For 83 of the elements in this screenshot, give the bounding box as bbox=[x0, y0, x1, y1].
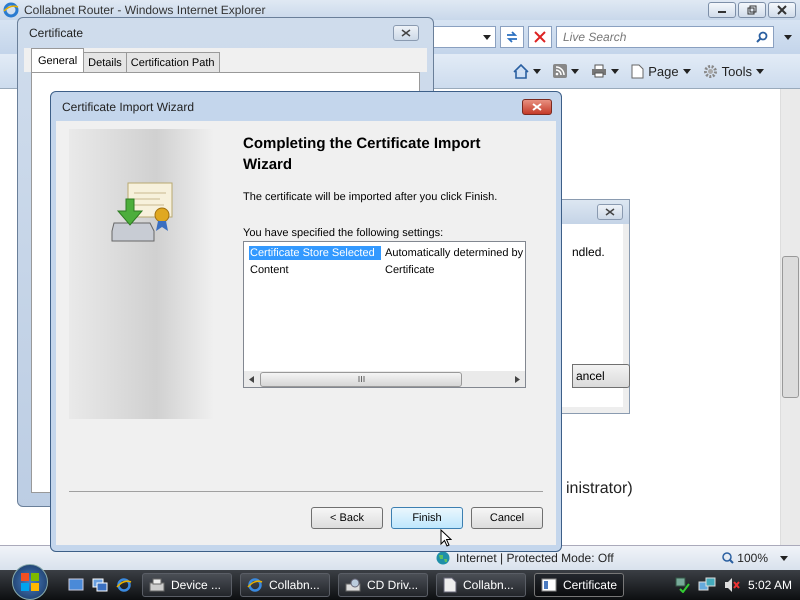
grip-icon bbox=[358, 376, 364, 382]
browser-icon bbox=[247, 577, 263, 593]
setting-name[interactable]: Content bbox=[249, 262, 381, 276]
tab[interactable]: Certification Path bbox=[126, 52, 220, 72]
close-icon bbox=[401, 29, 411, 37]
restore-icon bbox=[747, 5, 757, 15]
feed-icon bbox=[553, 64, 568, 78]
scroll-left-icon[interactable] bbox=[249, 376, 254, 382]
device-manager-icon bbox=[149, 578, 165, 592]
close-button[interactable] bbox=[597, 204, 623, 220]
dropdown-arrow-icon[interactable] bbox=[784, 34, 792, 40]
feeds-button[interactable] bbox=[551, 62, 582, 80]
print-button[interactable] bbox=[589, 62, 622, 80]
dropdown-arrow-icon bbox=[571, 68, 580, 74]
network-icon[interactable] bbox=[674, 577, 690, 593]
stop-icon bbox=[534, 31, 546, 43]
scroll-right-icon[interactable] bbox=[515, 376, 520, 382]
close-icon bbox=[777, 5, 787, 15]
show-desktop-icon[interactable] bbox=[68, 578, 84, 592]
dropdown-arrow-icon bbox=[682, 68, 691, 74]
printer-icon bbox=[591, 64, 608, 78]
zoom-button[interactable]: 100% bbox=[716, 550, 774, 566]
taskbar-button[interactable]: Certificate bbox=[534, 573, 624, 597]
page-button[interactable]: Page bbox=[629, 62, 693, 80]
horizontal-scrollbar[interactable] bbox=[244, 371, 525, 387]
dropdown-arrow-icon bbox=[533, 68, 542, 74]
document-icon bbox=[443, 577, 457, 593]
page-icon bbox=[631, 64, 644, 78]
minimize-button[interactable] bbox=[708, 2, 736, 18]
refresh-button[interactable] bbox=[500, 26, 524, 48]
scrollbar[interactable] bbox=[780, 89, 800, 545]
tab[interactable]: Details bbox=[83, 52, 127, 72]
dropdown-arrow-icon bbox=[756, 68, 764, 74]
taskbar-button[interactable]: CD Driv... bbox=[338, 573, 428, 597]
close-button[interactable] bbox=[768, 2, 796, 18]
taskbar-button[interactable]: Device ... bbox=[142, 573, 232, 597]
refresh-icon bbox=[505, 30, 519, 44]
search-icon[interactable] bbox=[756, 31, 768, 43]
dialog-button[interactable]: ancel bbox=[572, 364, 630, 388]
home-button[interactable] bbox=[511, 62, 544, 80]
dropdown-arrow-icon[interactable] bbox=[483, 34, 491, 40]
close-icon bbox=[532, 102, 542, 110]
close-button[interactable] bbox=[393, 25, 419, 41]
browser-logo-icon bbox=[3, 2, 19, 18]
browser-icon[interactable] bbox=[116, 577, 132, 593]
wizard-heading: Completing the Certificate Import Wizard bbox=[243, 134, 482, 175]
disc-drive-icon bbox=[345, 578, 361, 592]
info-text: The certificate will be imported after you click Finish. bbox=[243, 191, 498, 203]
home-icon bbox=[513, 64, 530, 78]
stop-button[interactable] bbox=[528, 26, 552, 48]
settings-label: You have specified the following settings: bbox=[243, 227, 444, 239]
muted-speaker-icon[interactable] bbox=[724, 577, 740, 593]
tools-button[interactable]: Tools bbox=[700, 62, 766, 80]
setting-value: Certificate bbox=[385, 264, 435, 276]
search-field[interactable]: Live Search bbox=[556, 26, 774, 48]
zoom-icon bbox=[722, 552, 734, 564]
switch-windows-icon[interactable] bbox=[92, 578, 108, 592]
wizard-button[interactable]: Cancel bbox=[471, 507, 543, 529]
taskbar-button[interactable]: Collabn... bbox=[436, 573, 526, 597]
globe-icon bbox=[436, 551, 450, 565]
close-icon bbox=[605, 208, 615, 216]
setting-value: Automatically determined by bbox=[385, 246, 524, 258]
mouse-cursor-icon bbox=[440, 529, 452, 547]
close-button[interactable] bbox=[522, 98, 552, 114]
window-title: Collabnet Router - Windows Internet Explorer bbox=[24, 3, 266, 17]
restore-button[interactable] bbox=[738, 2, 766, 18]
network-computers-icon[interactable] bbox=[698, 577, 716, 593]
wizard-button[interactable]: Finish bbox=[391, 507, 463, 529]
security-zone-text: Internet | Protected Mode: Off bbox=[456, 551, 614, 565]
dropdown-arrow-icon bbox=[611, 68, 620, 74]
window-icon bbox=[541, 578, 557, 592]
windows-logo-icon bbox=[19, 571, 41, 593]
window-title: Certificate bbox=[29, 26, 84, 40]
page-text: inistrator) bbox=[566, 480, 633, 498]
settings-icon bbox=[702, 64, 718, 78]
start-button[interactable] bbox=[12, 564, 48, 600]
dialog-text: ndled. bbox=[572, 245, 605, 259]
wizard-button[interactable]: < Back bbox=[311, 507, 383, 529]
tab[interactable]: General bbox=[31, 48, 84, 72]
window-title: Certificate Import Wizard bbox=[62, 100, 194, 114]
taskbar-button[interactable]: Collabn... bbox=[240, 573, 330, 597]
dropdown-arrow-icon[interactable] bbox=[780, 556, 788, 560]
clock: 5:02 AM bbox=[748, 578, 792, 592]
